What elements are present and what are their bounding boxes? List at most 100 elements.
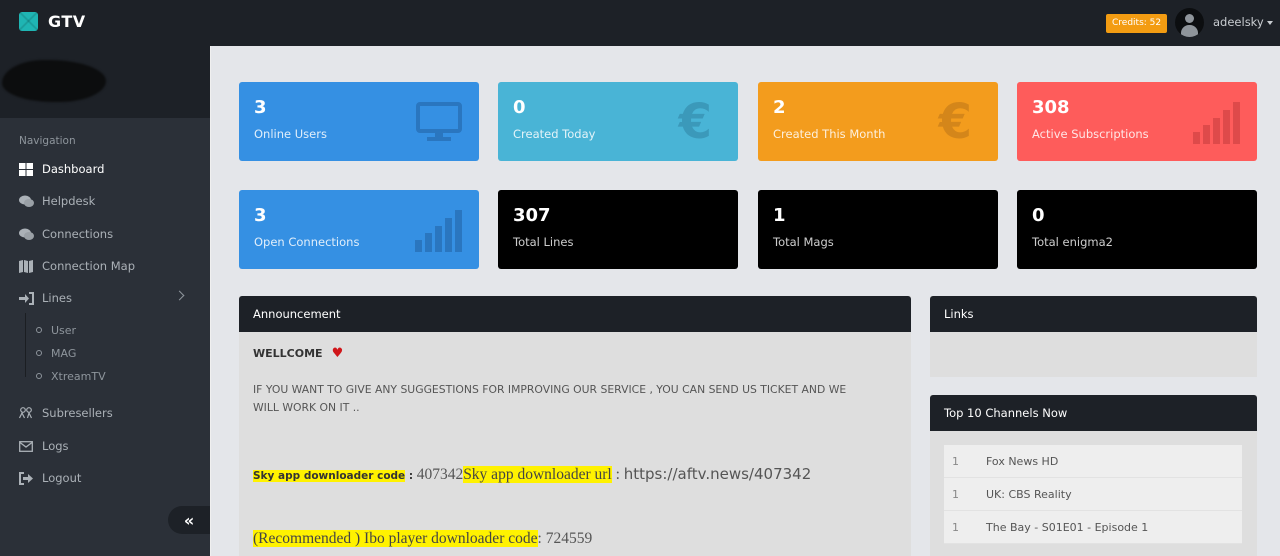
circle-icon xyxy=(36,373,42,379)
collapse-sidebar-button[interactable]: « xyxy=(168,506,210,534)
panel-title: Announcement xyxy=(239,296,911,332)
stat-label: Total Lines xyxy=(513,235,574,249)
ibo-label: (Recommended ) Ibo player downloader cod… xyxy=(253,530,538,547)
brand[interactable]: GTV xyxy=(19,12,86,31)
username: adeelsky xyxy=(1213,15,1264,29)
stat-card-total-lines[interactable]: 307 Total Lines xyxy=(498,190,738,269)
stat-card-created-this-month[interactable]: 2 Created This Month € xyxy=(758,82,998,161)
ibo-code-value: 724559 xyxy=(545,530,593,547)
caret-down-icon xyxy=(1266,20,1273,25)
stat-value: 0 xyxy=(513,97,526,118)
sidebar-item-lines[interactable]: Lines xyxy=(0,285,210,311)
user-menu[interactable]: adeelsky xyxy=(1213,15,1273,29)
announcement-panel: Announcement WELLCOME ♥ IF YOU WANT TO G… xyxy=(239,296,911,556)
heart-icon: ♥ xyxy=(331,346,344,361)
circle-icon xyxy=(36,327,42,333)
sidebar-item-label: Subresellers xyxy=(42,406,113,420)
sidebar-item-dashboard[interactable]: Dashboard xyxy=(0,156,210,182)
table-row: 1 Fox News HD xyxy=(944,445,1242,478)
sidebar-subitem-mag[interactable]: MAG xyxy=(36,344,76,362)
separator: : xyxy=(405,470,417,482)
panel-title: Top 10 Channels Now xyxy=(930,395,1257,431)
stat-value: 3 xyxy=(254,205,267,226)
signal-bars-icon xyxy=(1193,102,1241,148)
stat-value: 1 xyxy=(773,205,786,226)
stat-label: Online Users xyxy=(254,127,327,141)
sidebar-subitem-label: MAG xyxy=(51,346,77,360)
comments-icon xyxy=(18,227,34,241)
announcement-body: WELLCOME ♥ IF YOU WANT TO GIVE ANY SUGGE… xyxy=(239,332,911,431)
sidebar-subitem-label: User xyxy=(51,323,77,337)
channel-name: Fox News HD xyxy=(986,454,1059,468)
sidebar-item-connections[interactable]: Connections xyxy=(0,221,210,247)
ibo-player-info: (Recommended ) Ibo player downloader cod… xyxy=(253,528,592,548)
stat-card-total-enigma2[interactable]: 0 Total enigma2 xyxy=(1017,190,1257,269)
separator: : xyxy=(537,530,546,547)
map-icon xyxy=(18,259,34,273)
brand-name: GTV xyxy=(48,12,86,31)
chevron-right-icon xyxy=(174,290,185,301)
sidebar-item-label: Logout xyxy=(42,471,82,485)
stat-card-open-connections[interactable]: 3 Open Connections xyxy=(239,190,479,269)
sidebar-subitem-user[interactable]: User xyxy=(36,321,76,339)
stat-value: 3 xyxy=(254,97,267,118)
stat-label: Total Mags xyxy=(773,235,834,249)
sky-app-info: Sky app downloader code : 407342Sky app … xyxy=(253,464,811,484)
sidebar: Navigation Dashboard Helpdesk Connection… xyxy=(0,46,210,556)
main-content: 3 Online Users 0 Created Today € 2 Creat… xyxy=(210,46,1280,556)
user-head-icon xyxy=(1185,14,1194,23)
sidebar-subitem-label: XtreamTV xyxy=(51,369,106,383)
sign-in-icon xyxy=(18,291,34,305)
welcome-text: WELLCOME xyxy=(253,347,323,360)
sky-url-label: Sky app downloader url xyxy=(463,466,612,483)
envelope-icon xyxy=(18,439,34,453)
channel-name: UK: CBS Reality xyxy=(986,487,1072,501)
signal-bars-icon xyxy=(415,210,463,256)
euro-icon: € xyxy=(938,94,972,150)
brand-logo-icon xyxy=(19,12,38,31)
stat-label: Total enigma2 xyxy=(1032,235,1113,249)
separator: : xyxy=(611,466,624,483)
dashboard-icon xyxy=(18,162,34,176)
sidebar-item-subresellers[interactable]: Subresellers xyxy=(0,400,210,426)
credits-badge: Credits: 52 xyxy=(1106,14,1168,33)
euro-icon: € xyxy=(678,94,712,150)
stat-label: Created This Month xyxy=(773,127,886,141)
stat-card-total-mags[interactable]: 1 Total Mags xyxy=(758,190,998,269)
sidebar-item-label: Connection Map xyxy=(42,259,135,273)
avatar[interactable] xyxy=(1175,8,1204,37)
links-panel: Links xyxy=(930,296,1257,377)
stat-value: 308 xyxy=(1032,97,1070,118)
table-row: 1 UK: CBS Reality xyxy=(944,478,1242,511)
channel-rank: 1 xyxy=(952,454,959,468)
sign-out-icon xyxy=(18,471,34,485)
channels-table: 1 Fox News HD 1 UK: CBS Reality 1 The Ba… xyxy=(944,445,1242,544)
stat-card-online-users[interactable]: 3 Online Users xyxy=(239,82,479,161)
stat-card-active-subscriptions[interactable]: 308 Active Subscriptions xyxy=(1017,82,1257,161)
stat-value: 0 xyxy=(1032,205,1045,226)
announcement-message: IF YOU WANT TO GIVE ANY SUGGESTIONS FOR … xyxy=(253,383,847,414)
sky-url-link[interactable]: https://aftv.news/407342 xyxy=(624,465,811,483)
sidebar-item-logs[interactable]: Logs xyxy=(0,433,210,459)
sidebar-item-connection-map[interactable]: Connection Map xyxy=(0,253,210,279)
double-chevron-left-icon: « xyxy=(183,510,195,530)
users-icon xyxy=(18,406,34,420)
panel-title: Links xyxy=(930,296,1257,332)
sidebar-item-label: Logs xyxy=(42,439,69,453)
sky-code-value: 407342 xyxy=(416,466,464,483)
stat-card-created-today[interactable]: 0 Created Today € xyxy=(498,82,738,161)
table-row: 1 The Bay - S01E01 - Episode 1 xyxy=(944,511,1242,544)
submenu-tree-line xyxy=(25,313,26,377)
stat-value: 307 xyxy=(513,205,551,226)
top-bar: GTV Credits: 52 adeelsky xyxy=(0,0,1280,46)
sky-code-label: Sky app downloader code xyxy=(253,470,406,482)
channel-rank: 1 xyxy=(952,520,959,534)
comments-icon xyxy=(18,194,34,208)
sidebar-item-logout[interactable]: Logout xyxy=(0,465,210,491)
channel-rank: 1 xyxy=(952,487,959,501)
stat-value: 2 xyxy=(773,97,786,118)
sidebar-subitem-xtreamtv[interactable]: XtreamTV xyxy=(36,367,106,385)
sidebar-item-helpdesk[interactable]: Helpdesk xyxy=(0,188,210,214)
user-body-icon xyxy=(1181,25,1198,37)
top-channels-panel: Top 10 Channels Now 1 Fox News HD 1 UK: … xyxy=(930,395,1257,556)
